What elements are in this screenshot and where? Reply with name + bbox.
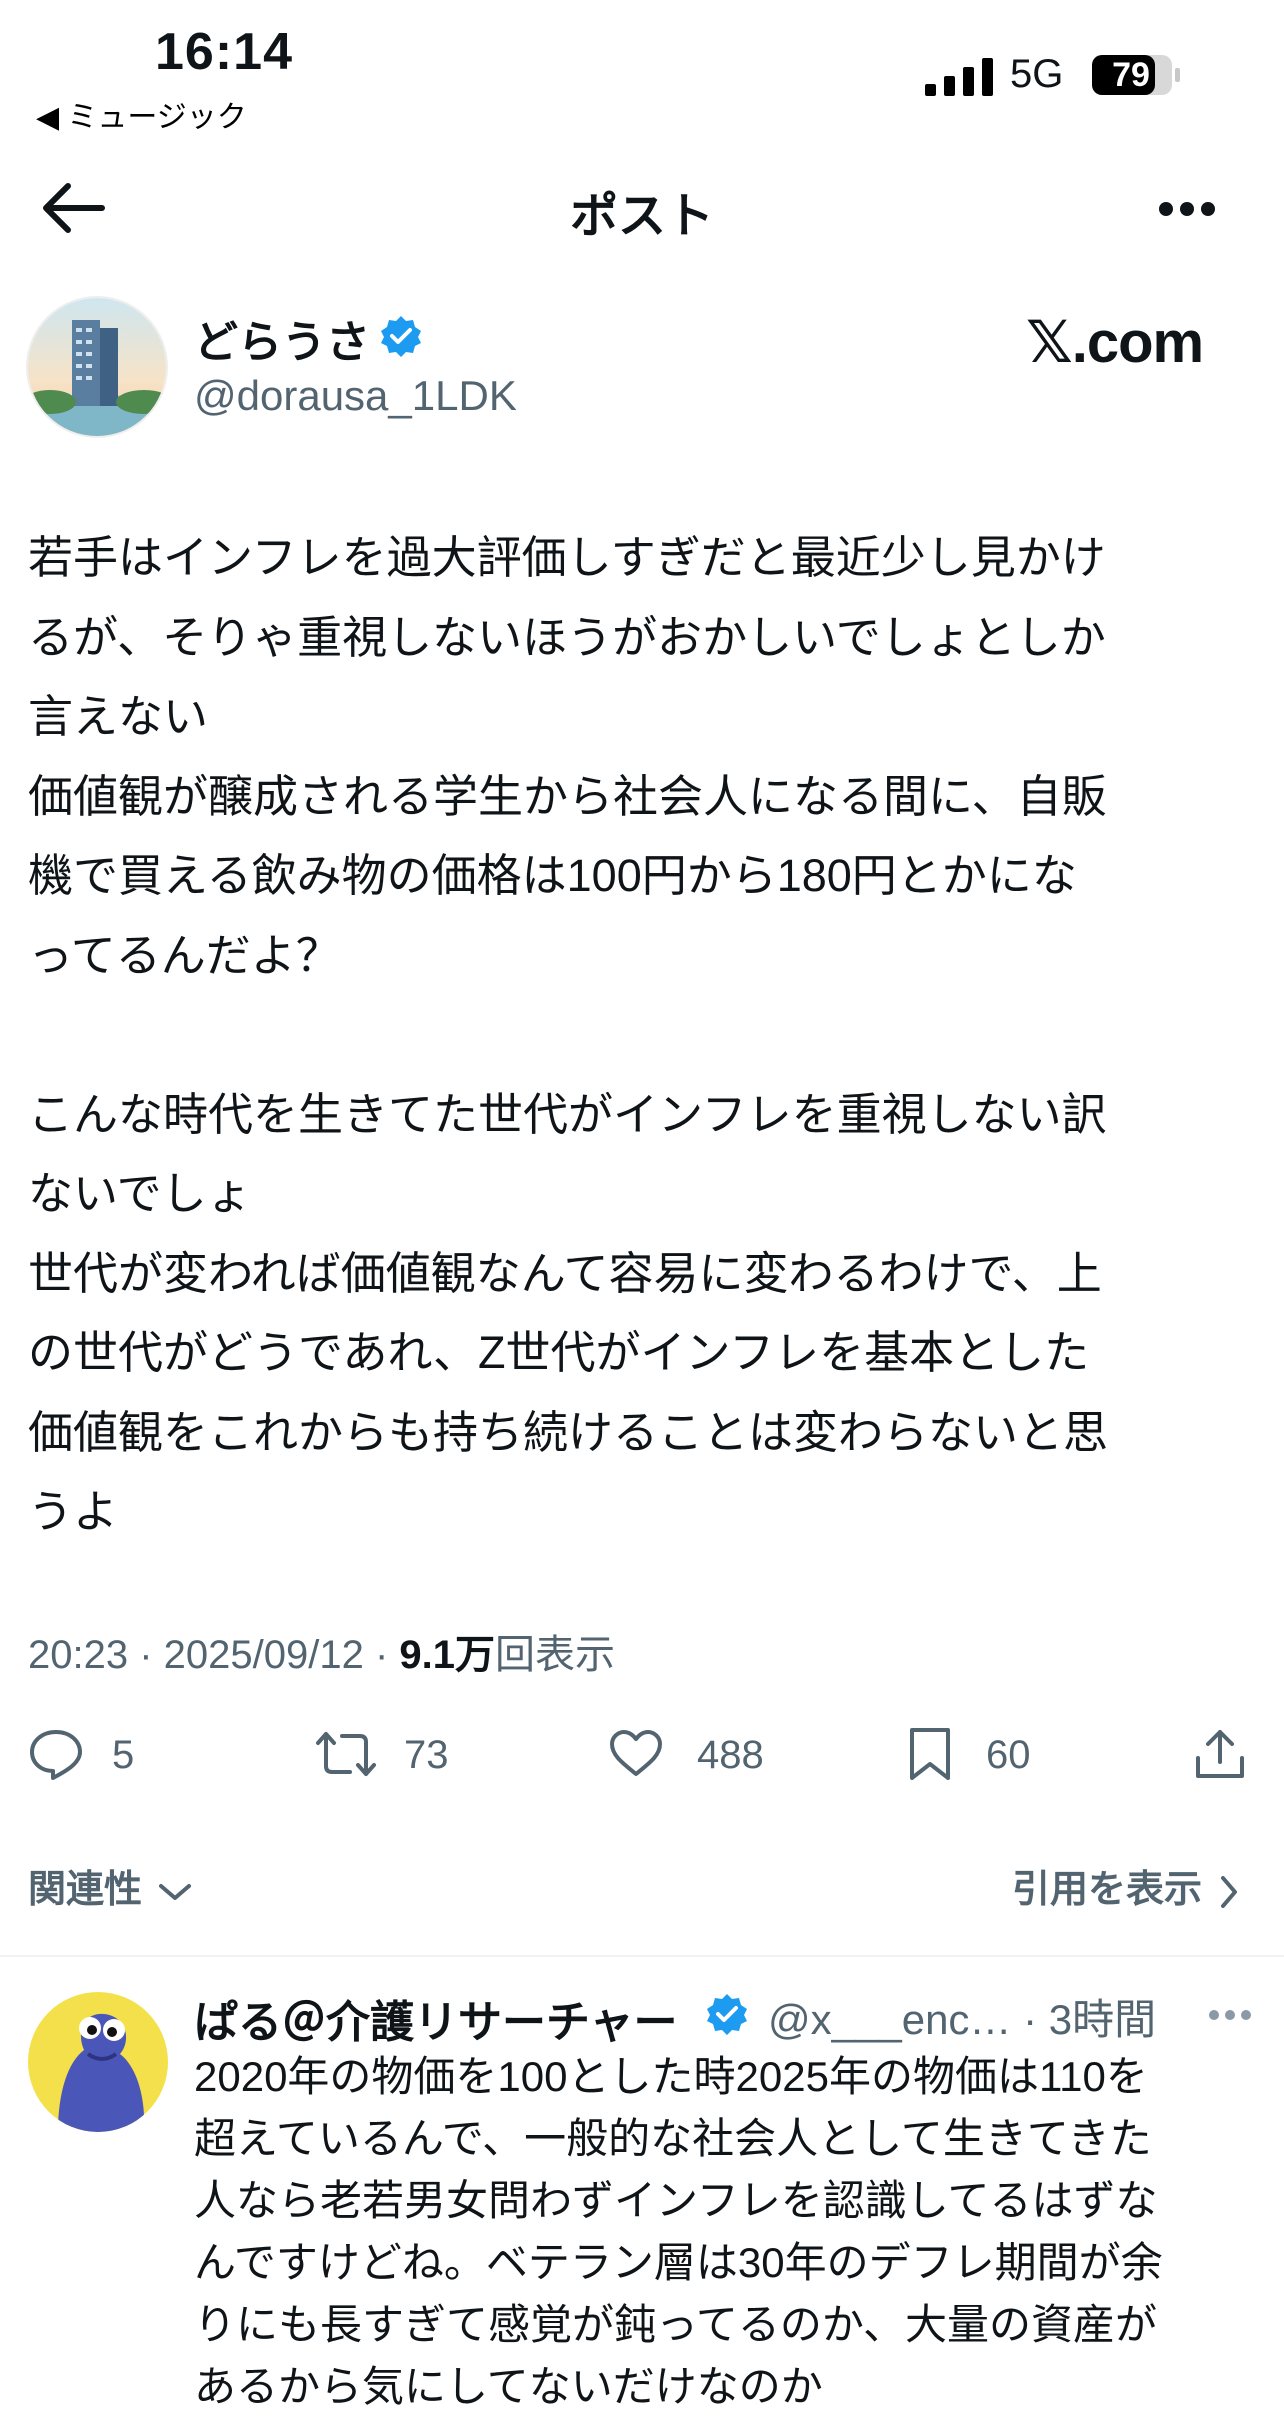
- bookmark-count: 60: [986, 1733, 1031, 1777]
- verified-icon: [707, 1994, 747, 2035]
- signal-icon: [925, 58, 993, 96]
- view-label: 回表示: [495, 1633, 615, 1677]
- reply-avatar[interactable]: [28, 1992, 168, 2132]
- like-count: 488: [697, 1733, 764, 1777]
- post-text: 若手はインフレを過大評価しすぎだと最近少し見かけ るが、そりゃ重視しないほうがお…: [28, 532, 1109, 1537]
- reply-icon[interactable]: [28, 1726, 84, 1782]
- relevance-label: 関連性: [28, 1869, 143, 1911]
- author-handle[interactable]: @dorausa_1LDK: [194, 372, 517, 420]
- chevron-down-icon: [158, 1883, 191, 1900]
- divider: [0, 1955, 1284, 1957]
- back-to-app-link[interactable]: ◀ ミュージック: [36, 92, 247, 136]
- reply-author-name[interactable]: ぱる＠介護リサーチャー: [194, 1986, 678, 2050]
- chevron-right-icon: [1220, 1875, 1237, 1908]
- like-icon[interactable]: [608, 1726, 664, 1782]
- reply-text: 2020年の物価を100とした時2025年の物価は110を 超えているんで、一般…: [194, 2053, 1163, 2410]
- repost-icon[interactable]: [314, 1726, 378, 1782]
- author-name[interactable]: どらうさ: [194, 306, 370, 370]
- status-time: 16:14: [155, 23, 293, 81]
- page-title: ポスト: [569, 190, 714, 243]
- reply-handle-time[interactable]: @x___enc… · 3時間: [768, 1986, 1156, 2047]
- battery-icon: 79: [1092, 55, 1182, 95]
- reply-count: 5: [112, 1733, 135, 1777]
- post-timestamp: 20:23 · 2025/09/12 ·: [28, 1633, 400, 1677]
- relevance-sort-button[interactable]: 関連性: [28, 1858, 193, 1913]
- x-watermark: 𝕏.com: [1026, 310, 1204, 375]
- battery-level: 79: [1112, 56, 1150, 94]
- quotes-label: 引用を表示: [1012, 1869, 1203, 1911]
- verified-icon: [381, 316, 421, 357]
- post-meta: 20:23 · 2025/09/12 · 9.1万回表示: [28, 1622, 615, 1680]
- view-quotes-link[interactable]: 引用を表示: [1012, 1858, 1241, 1913]
- share-icon[interactable]: [1192, 1726, 1248, 1782]
- network-label: 5G: [1010, 52, 1064, 96]
- view-count: 9.1万: [399, 1633, 495, 1677]
- bookmark-icon[interactable]: [902, 1726, 958, 1782]
- more-icon[interactable]: [1208, 2008, 1252, 2022]
- repost-count: 73: [404, 1733, 449, 1777]
- author-avatar[interactable]: [26, 296, 168, 438]
- more-icon[interactable]: [1158, 200, 1216, 218]
